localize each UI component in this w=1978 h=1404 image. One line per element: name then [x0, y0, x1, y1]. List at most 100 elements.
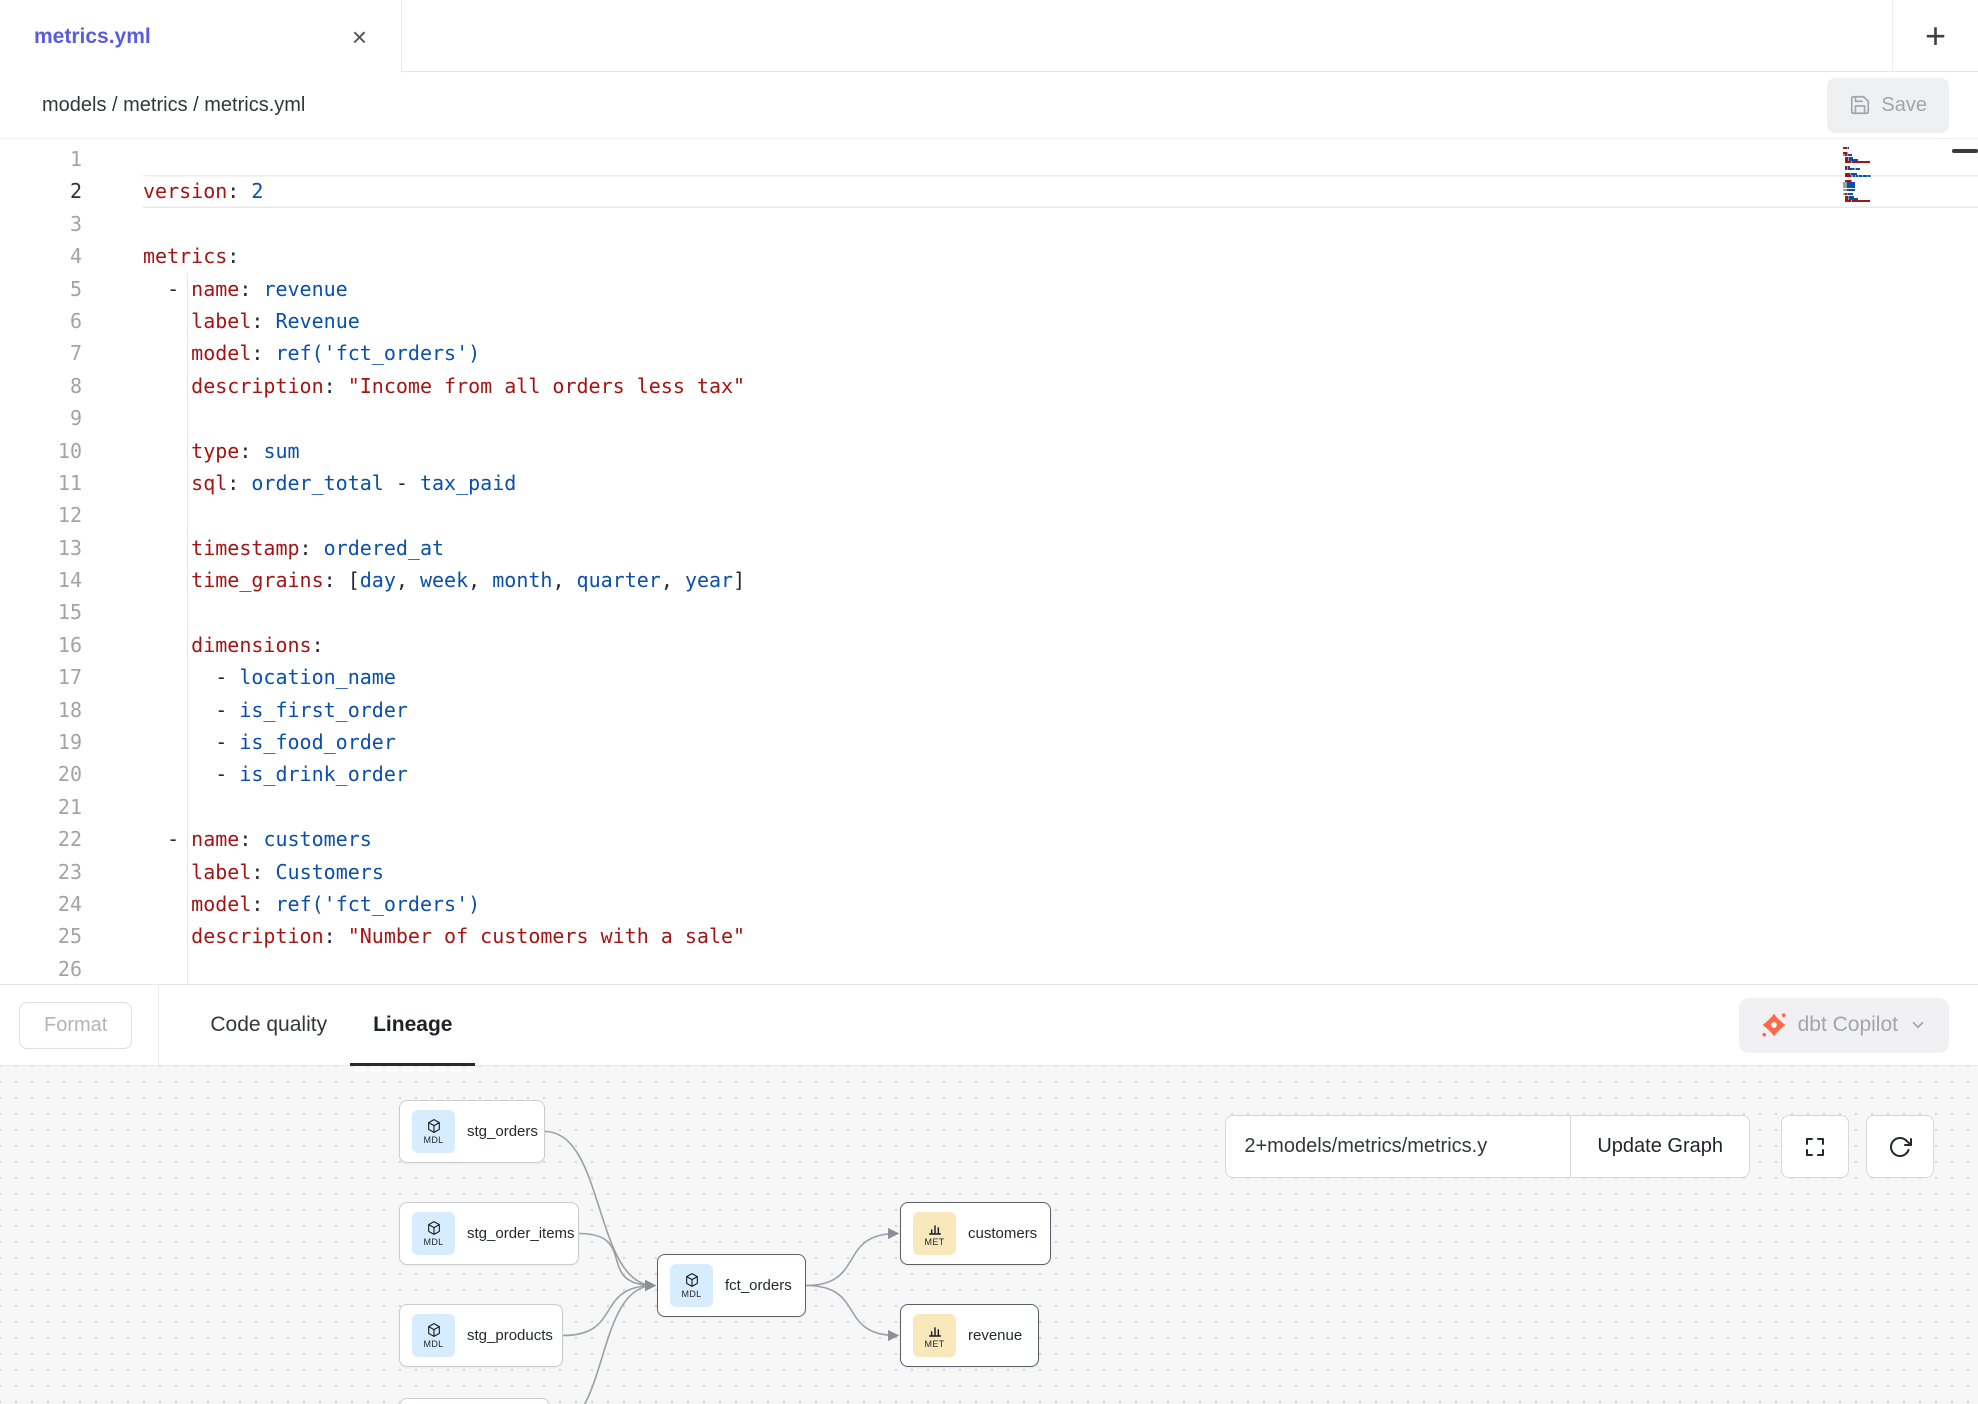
line-number: 12 [0, 499, 82, 531]
save-label: Save [1881, 94, 1927, 117]
model-icon: MDL [412, 1212, 455, 1255]
line-number: 13 [0, 532, 82, 564]
indent-guide [187, 467, 188, 499]
file-header: models / metrics / metrics.yml Save [0, 72, 1978, 139]
format-button[interactable]: Format [19, 1002, 132, 1049]
breadcrumb: models / metrics / metrics.yml [42, 94, 305, 117]
code-line[interactable]: - is_drink_order [143, 758, 1978, 790]
lineage-node-stg_orders[interactable]: MDL stg_orders [399, 1100, 545, 1163]
code-line[interactable] [143, 143, 1978, 175]
node-label: stg_orders [467, 1123, 538, 1140]
fullscreen-button[interactable] [1781, 1115, 1849, 1178]
save-button[interactable]: Save [1827, 78, 1949, 133]
lineage-panel[interactable]: MDLstg_ordersMDLstg_order_itemsMDLstg_pr… [0, 1066, 1978, 1404]
dbt-logo-icon [1761, 1012, 1787, 1038]
code-line[interactable]: metrics: [143, 240, 1978, 272]
indent-guide [187, 564, 188, 596]
minimap[interactable] [1843, 145, 1895, 205]
code-editor[interactable]: 1234567891011121314151617181920212223242… [0, 139, 1978, 984]
code-line[interactable]: - is_first_order [143, 694, 1978, 726]
line-number: 21 [0, 791, 82, 823]
code-line[interactable]: timestamp: ordered_at [143, 532, 1978, 564]
code-line[interactable] [143, 208, 1978, 240]
tab-title: metrics.yml [34, 25, 151, 49]
code-line[interactable]: - is_food_order [143, 726, 1978, 758]
indent-guide [187, 629, 188, 661]
code-line[interactable] [143, 953, 1978, 984]
code-line[interactable]: description: "Number of customers with a… [143, 920, 1978, 952]
code-line[interactable]: description: "Income from all orders les… [143, 370, 1978, 402]
gutter: 1234567891011121314151617181920212223242… [0, 139, 107, 984]
minimap-line [1843, 202, 1895, 204]
scrollbar-indicator[interactable] [1952, 149, 1978, 153]
indent-guide [187, 596, 188, 628]
line-number: 22 [0, 823, 82, 855]
line-number: 9 [0, 402, 82, 434]
close-tab-icon[interactable]: × [352, 24, 367, 50]
tab-metrics-yml[interactable]: metrics.yml × [0, 0, 402, 73]
code-line[interactable]: - name: revenue [143, 273, 1978, 305]
update-graph-button[interactable]: Update Graph [1570, 1115, 1750, 1178]
line-number: 7 [0, 337, 82, 369]
lineage-node-stg_products[interactable]: MDLstg_products [399, 1304, 563, 1367]
panel-toolbar: Format Code qualityLineage dbt Copilot [0, 984, 1978, 1066]
line-number: 18 [0, 694, 82, 726]
line-number: 1 [0, 143, 82, 175]
fullscreen-icon [1803, 1135, 1827, 1159]
node-type-label: MDL [424, 1237, 444, 1247]
indent-guide [187, 661, 188, 693]
save-icon [1849, 94, 1871, 116]
node-type-label: MDL [682, 1289, 702, 1299]
dbt-copilot-button[interactable]: dbt Copilot [1739, 998, 1949, 1053]
code-line[interactable]: sql: order_total - tax_paid [143, 467, 1978, 499]
refresh-button[interactable] [1866, 1115, 1934, 1178]
code-line[interactable]: label: Revenue [143, 305, 1978, 337]
code-line[interactable] [143, 791, 1978, 823]
code-line[interactable]: type: sum [143, 435, 1978, 467]
code-line[interactable]: model: ref('fct_orders') [143, 888, 1978, 920]
code-line[interactable]: - name: customers [143, 823, 1978, 855]
refresh-icon [1888, 1135, 1912, 1159]
node-label: fct_orders [725, 1277, 792, 1294]
line-number: 19 [0, 726, 82, 758]
code-line[interactable] [143, 402, 1978, 434]
code-line[interactable]: label: Customers [143, 856, 1978, 888]
code-line[interactable]: - location_name [143, 661, 1978, 693]
node-label: customers [968, 1225, 1037, 1242]
lineage-node-revenue[interactable]: METrevenue [900, 1304, 1039, 1367]
code-line[interactable]: version: 2 [143, 175, 1978, 207]
indent-guide [187, 499, 188, 531]
indent-guide [187, 856, 188, 888]
indent-guide [187, 791, 188, 823]
selector-input[interactable] [1225, 1115, 1571, 1178]
node-type-label: MET [925, 1339, 945, 1349]
tab-lineage[interactable]: Lineage [350, 985, 475, 1065]
indent-guide [187, 920, 188, 952]
copilot-label: dbt Copilot [1798, 1013, 1898, 1037]
lineage-node-stg_order_items[interactable]: MDLstg_order_items [399, 1202, 579, 1265]
lineage-node-hidden_model[interactable]: MDL [399, 1398, 550, 1404]
model-icon: MDL [412, 1110, 455, 1153]
plus-icon: + [1925, 18, 1946, 54]
node-type-label: MDL [424, 1135, 444, 1145]
code-line[interactable] [143, 596, 1978, 628]
tab-code-quality[interactable]: Code quality [187, 985, 350, 1065]
code-lines: version: 2 metrics: - name: revenue labe… [107, 139, 1978, 984]
new-tab-button[interactable]: + [1892, 0, 1978, 71]
line-number: 25 [0, 920, 82, 952]
indent-guide [187, 726, 188, 758]
code-line[interactable]: time_grains: [day, week, month, quarter,… [143, 564, 1978, 596]
line-number: 8 [0, 370, 82, 402]
code-line[interactable] [143, 499, 1978, 531]
line-number: 16 [0, 629, 82, 661]
line-number: 26 [0, 953, 82, 984]
model-icon: MDL [670, 1264, 713, 1307]
code-line[interactable]: dimensions: [143, 629, 1978, 661]
line-number: 11 [0, 467, 82, 499]
lineage-node-customers[interactable]: MET customers [900, 1202, 1051, 1265]
code-line[interactable]: model: ref('fct_orders') [143, 337, 1978, 369]
indent-guide [187, 532, 188, 564]
node-label: stg_products [467, 1327, 553, 1344]
node-type-label: MET [925, 1237, 945, 1247]
lineage-node-fct_orders[interactable]: MDL fct_orders [657, 1254, 806, 1317]
